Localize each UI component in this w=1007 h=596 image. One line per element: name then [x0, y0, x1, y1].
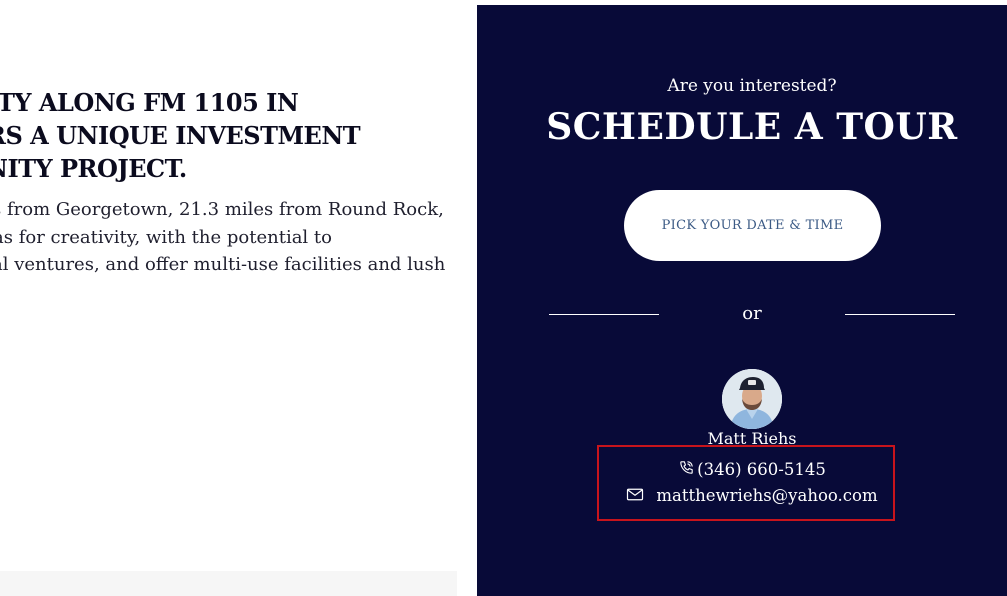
description-line-3: al ventures, and offer multi-use facilit…	[0, 254, 446, 275]
headline-line-1: RTY ALONG FM 1105 IN	[0, 88, 299, 117]
agent-name: Matt Riehs	[707, 429, 797, 448]
schedule-tour-title: SCHEDULE A TOUR	[546, 106, 958, 148]
headline-line-3: NITY PROJECT.	[0, 154, 187, 183]
schedule-tour-panel: Are you interested? SCHEDULE A TOUR PICK…	[477, 5, 1007, 596]
agent-photo	[722, 369, 782, 429]
description-line-2: as for creativity, with the potential to	[0, 226, 332, 248]
pick-date-time-button[interactable]: PICK YOUR DATE & TIME	[624, 190, 881, 261]
interest-prompt: Are you interested?	[667, 76, 837, 96]
property-description: s from Georgetown, 21.3 miles from Round…	[0, 196, 477, 279]
property-description-section: RTY ALONG FM 1105 IN RS A UNIQUE INVESTM…	[0, 0, 477, 596]
headline-line-2: RS A UNIQUE INVESTMENT	[0, 121, 361, 150]
agent-email-link[interactable]: matthewriehs@yahoo.com	[656, 486, 877, 505]
agent-phone-link[interactable]: (346) 660-5145	[697, 460, 826, 479]
mail-icon	[626, 486, 644, 508]
bottom-section-strip	[0, 571, 457, 596]
description-line-1: s from Georgetown, 21.3 miles from Round…	[0, 199, 444, 220]
agent-email-row: matthewriehs@yahoo.com	[477, 485, 1007, 508]
divider-right	[845, 314, 955, 315]
agent-avatar	[722, 369, 782, 429]
property-headline: RTY ALONG FM 1105 IN RS A UNIQUE INVESTM…	[0, 86, 477, 185]
phone-icon	[678, 459, 695, 482]
agent-phone-row: (346) 660-5145	[477, 459, 1007, 482]
